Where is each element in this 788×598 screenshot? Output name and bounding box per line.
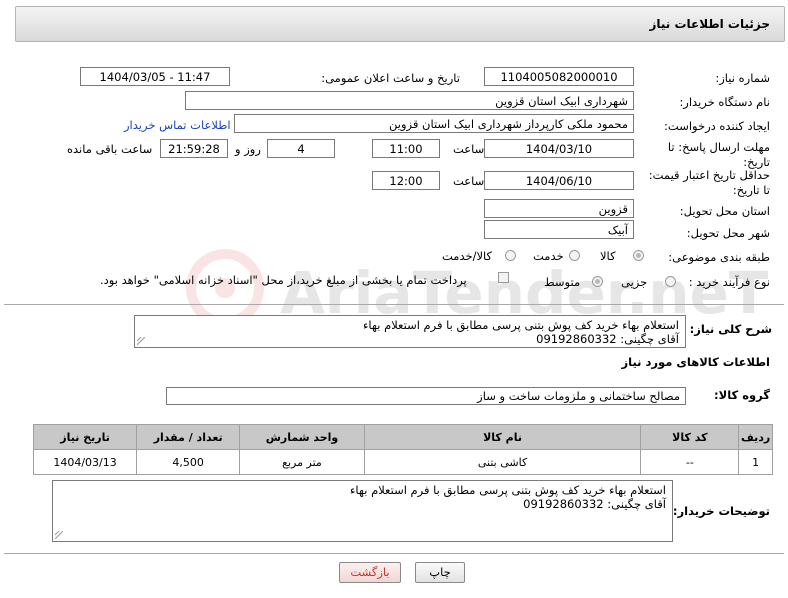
deadline-time-field: 11:00 [372,139,440,158]
buyer-notes-line-1: استعلام بهاء خرید کف پوش بتنی پرسی مطابق… [350,483,666,497]
col-header-row: ردیف [738,424,773,450]
process-radio-minor[interactable] [665,276,676,287]
price-validity-date-field: 1404/06/10 [484,171,634,190]
col-header-date: تاریخ نیاز [32,424,138,450]
cell-qty: 4,500 [136,449,241,475]
price-validity-time-label: ساعت [453,174,485,188]
description-label: شرح کلی نیاز: [689,322,772,336]
cell-unit: متر مربع [239,449,365,475]
table-row: 1 -- کاشی بتنی متر مربع 4,500 1404/03/13 [32,449,773,475]
delivery-province-label: استان محل تحویل: [679,204,770,218]
contact-info-link[interactable]: اطلاعات تماس خریدار [124,118,231,132]
deadline-date-field: 1404/03/10 [484,139,634,158]
need-number-label: شماره نیاز: [715,71,770,85]
category-option-goods-service: کالا/خدمت [442,249,493,263]
deadline-label: مهلت ارسال پاسخ: تا تاریخ: [667,140,770,169]
buyer-org-field: شهرداری ابیک استان قزوین [185,91,634,110]
process-radio-medium[interactable] [592,276,603,287]
description-textarea[interactable]: استعلام بهاء خرید کف پوش بتنی پرسی مطابق… [134,315,686,348]
category-option-goods: کالا [600,249,616,263]
treasury-payment-checkbox[interactable] [498,272,509,283]
goods-group-label: گروه کالا: [714,388,770,402]
page-title: جزئیات اطلاعات نیاز [649,17,770,31]
buyer-org-label: نام دستگاه خریدار: [679,95,770,109]
price-validity-time-field: 12:00 [372,171,440,190]
footer-divider [4,553,784,554]
buyer-notes-label: توضیحات خریدار: [672,504,770,518]
announce-label: تاریخ و ساعت اعلان عمومی: [321,71,460,85]
col-header-name: نام کالا [363,424,642,450]
cell-code: -- [640,449,740,475]
category-radio-service[interactable] [569,250,580,261]
details-header-panel: جزئیات اطلاعات نیاز [15,6,785,42]
treasury-payment-note: پرداخت تمام یا بخشی از مبلغ خرید،از محل … [100,273,467,287]
time-remaining-field: 21:59:28 [160,139,228,158]
cell-name: کاشی بتنی [363,449,642,475]
goods-section-title: اطلاعات کالاهای مورد نیاز [621,355,770,369]
time-remaining-label: ساعت باقی مانده [67,142,153,156]
section-divider [4,304,784,305]
days-label: روز و [235,142,261,156]
goods-group-field: مصالح ساختمانی و ملزومات ساخت و ساز [166,387,686,405]
description-line-2: آقای چگینی: 09192860332 [536,332,679,346]
delivery-city-label: شهر محل تحویل: [686,226,770,240]
print-button[interactable]: چاپ [415,562,465,583]
buyer-notes-textarea[interactable]: استعلام بهاء خرید کف پوش بتنی پرسی مطابق… [52,480,673,542]
process-option-medium: متوسط [544,275,581,289]
need-number-field: 1104005082000010 [484,67,634,86]
goods-table-header: ردیف کد کالا نام کالا واحد شمارش تعداد /… [32,424,773,450]
category-radio-goods-service[interactable] [505,250,516,261]
resize-grip-icon[interactable] [137,337,145,345]
deadline-time-label: ساعت [453,142,485,156]
category-radio-goods[interactable] [633,250,644,261]
col-header-unit: واحد شمارش [239,424,365,450]
process-option-minor: جزیی [621,275,648,289]
delivery-city-field: آبیک [484,220,634,239]
resize-grip-icon[interactable] [55,531,63,539]
category-label: طبقه بندی موضوعی: [668,250,770,264]
creator-field: محمود ملکی کارپرداز شهرداری ابیک استان ق… [234,114,634,133]
description-line-1: استعلام بهاء خرید کف پوش بتنی پرسی مطابق… [363,318,679,332]
buyer-notes-line-2: آقای چگینی: 09192860332 [523,497,666,511]
back-button[interactable]: بازگشت [339,562,401,583]
cell-date: 1404/03/13 [32,449,138,475]
days-remaining-field: 4 [267,139,335,158]
delivery-province-field: قزوین [484,199,634,218]
cell-row: 1 [738,449,773,475]
col-header-code: کد کالا [640,424,740,450]
goods-table: ردیف کد کالا نام کالا واحد شمارش تعداد /… [32,424,773,475]
announce-datetime-field: 1404/03/05 - 11:47 [80,67,230,86]
category-option-service: خدمت [533,249,564,263]
creator-label: ایجاد کننده درخواست: [664,119,770,133]
process-type-label: نوع فرآیند خرید : [688,275,770,289]
price-validity-label: حداقل تاریخ اعتبار قیمت: تا تاریخ: [648,168,770,197]
col-header-qty: تعداد / مقدار [136,424,241,450]
